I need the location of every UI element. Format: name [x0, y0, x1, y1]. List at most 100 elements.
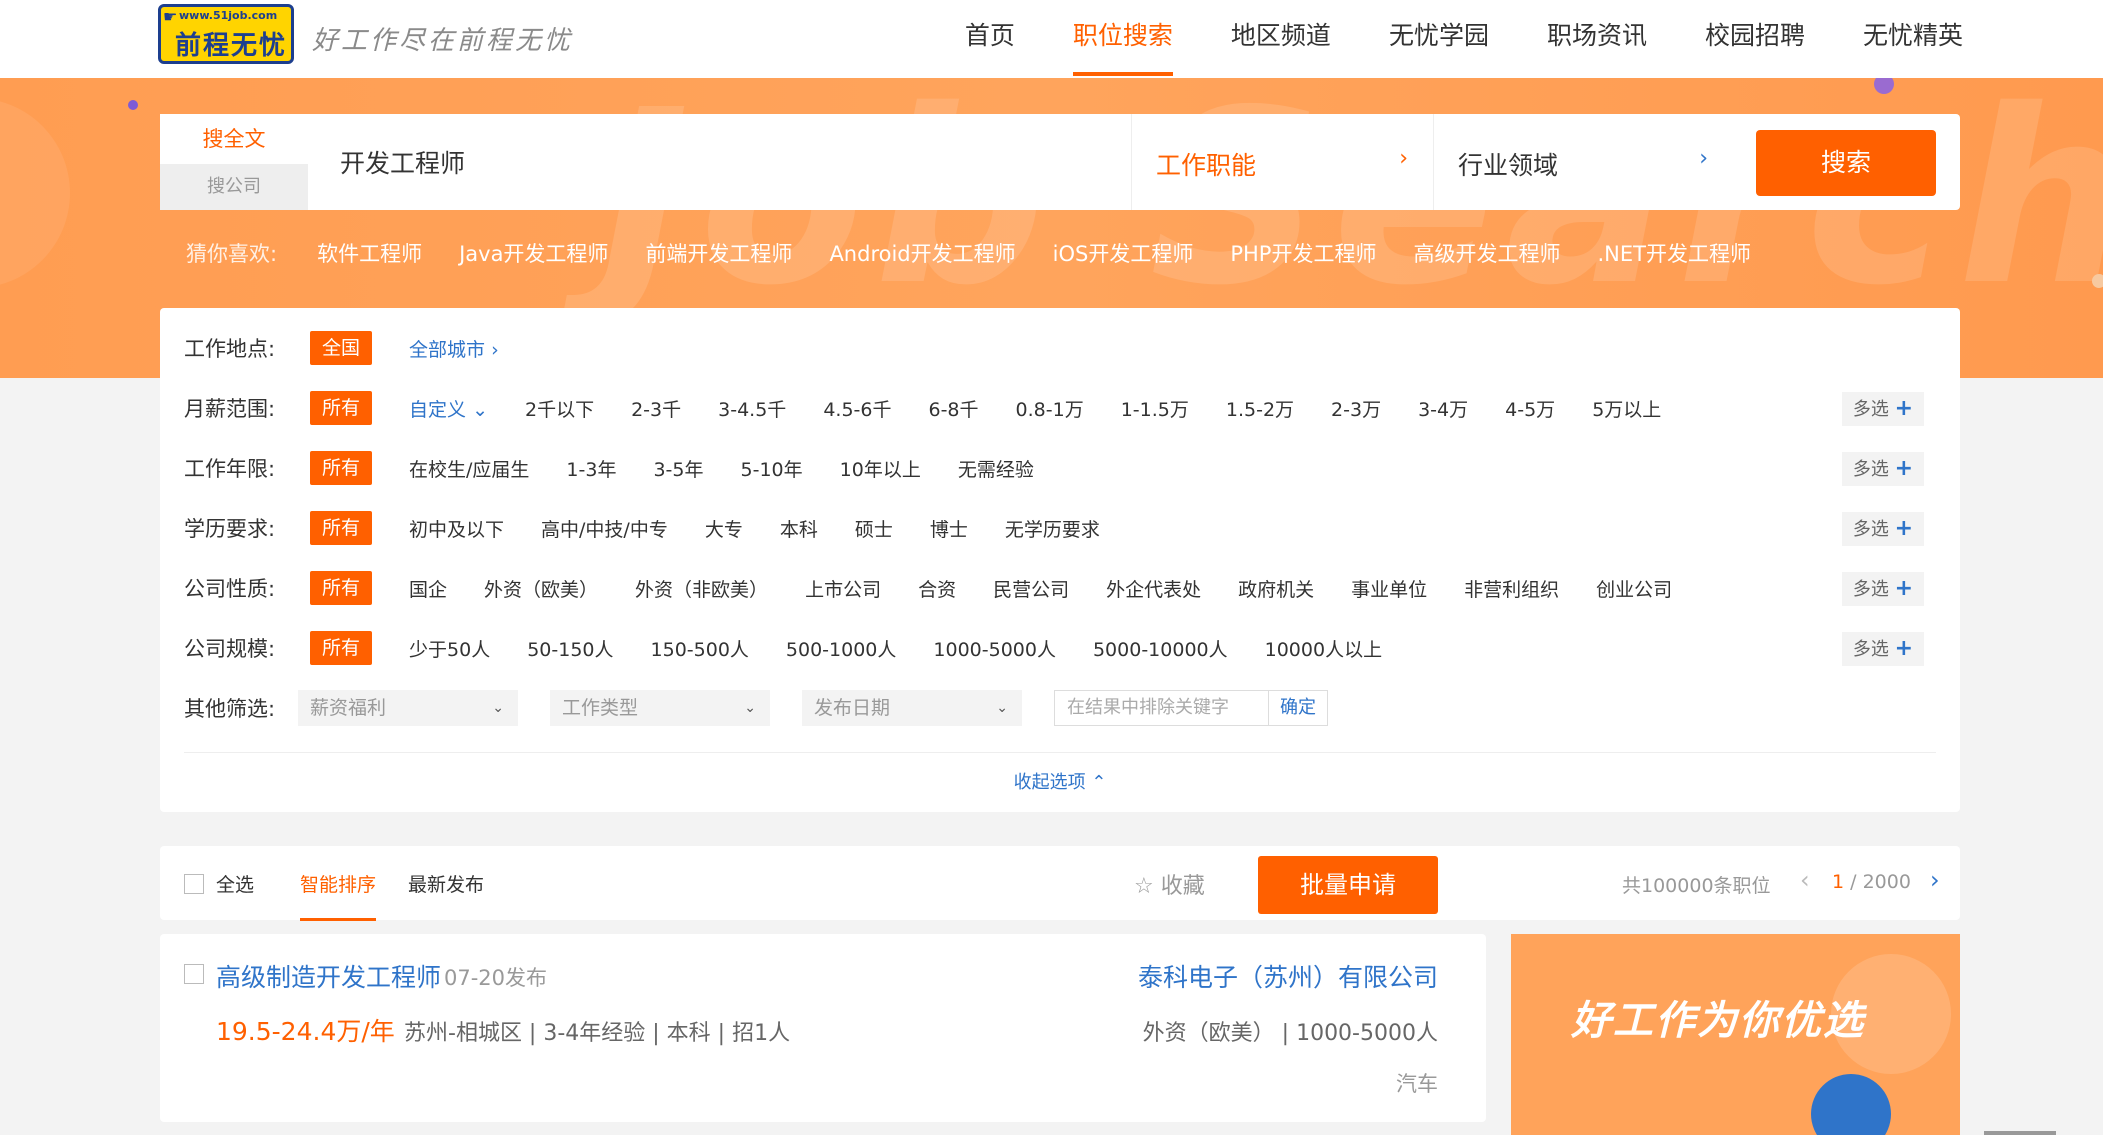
site-logo[interactable]: ☛ www.51job.com 前程无忧 — [158, 4, 294, 64]
custom-salary-dropdown[interactable]: 自定义 ⌄ — [409, 395, 488, 422]
function-select[interactable]: 工作职能 › — [1131, 114, 1434, 210]
filter-selected[interactable]: 所有 — [310, 631, 373, 665]
filter-option[interactable]: 4.5-6千 — [823, 395, 891, 422]
filter-option[interactable]: 硕士 — [855, 515, 893, 542]
filter-option[interactable]: 政府机关 — [1238, 575, 1314, 602]
exclude-confirm-button[interactable]: 确定 — [1269, 691, 1327, 725]
post-date-dropdown[interactable]: 发布日期 ⌄ — [802, 690, 1022, 726]
filter-option[interactable]: 高中/中技/中专 — [541, 515, 668, 542]
nav-item[interactable]: 首页 — [965, 0, 1015, 78]
filter-option[interactable]: 事业单位 — [1351, 575, 1427, 602]
filter-option[interactable]: 创业公司 — [1596, 575, 1672, 602]
scrollbar-thumb[interactable] — [1984, 1131, 2056, 1135]
filter-option[interactable]: 1-1.5万 — [1121, 395, 1189, 422]
collapse-options-link[interactable]: 收起选项 ⌃ — [160, 768, 1960, 794]
filter-option[interactable]: 5-10年 — [741, 455, 803, 482]
filter-option[interactable]: 本科 — [780, 515, 818, 542]
multi-select-button[interactable]: 多选 + — [1842, 512, 1924, 546]
suggestion-link[interactable]: Android开发工程师 — [829, 238, 1015, 268]
select-all-checkbox[interactable] — [184, 874, 204, 894]
nav-item[interactable]: 无忧精英 — [1863, 0, 1963, 78]
filter-option[interactable]: 上市公司 — [805, 575, 881, 602]
all-cities-link[interactable]: 全部城市 › — [409, 335, 499, 362]
filter-option[interactable]: 2-3千 — [631, 395, 681, 422]
welfare-dropdown[interactable]: 薪资福利 ⌄ — [298, 690, 518, 726]
job-checkbox[interactable] — [184, 964, 204, 984]
filter-option[interactable]: 外资（非欧美） — [635, 575, 768, 602]
filter-selected[interactable]: 所有 — [310, 571, 373, 605]
search-button[interactable]: 搜索 — [1756, 130, 1936, 196]
nav-item[interactable]: 校园招聘 — [1705, 0, 1805, 78]
filter-option[interactable]: 1-3年 — [566, 455, 616, 482]
filter-option[interactable]: 5000-10000人 — [1093, 635, 1228, 662]
select-all-label[interactable]: 全选 — [216, 870, 254, 897]
filter-option[interactable]: 4-5万 — [1505, 395, 1555, 422]
suggestion-link[interactable]: .NET开发工程师 — [1597, 238, 1750, 268]
filter-option[interactable]: 少于50人 — [409, 635, 490, 662]
filter-option[interactable]: 无需经验 — [958, 455, 1034, 482]
favorite-button[interactable]: ☆ 收藏 — [1134, 868, 1205, 900]
filter-selected[interactable]: 所有 — [310, 451, 373, 485]
industry-select[interactable]: 行业领域 › — [1433, 114, 1734, 210]
suggestion-link[interactable]: 前端开发工程师 — [645, 238, 792, 268]
filter-option[interactable]: 大专 — [705, 515, 743, 542]
filter-label: 工作年限: — [184, 457, 276, 481]
filter-option[interactable]: 无学历要求 — [1005, 515, 1100, 542]
filter-option[interactable]: 合资 — [918, 575, 956, 602]
filter-option[interactable]: 6-8千 — [928, 395, 978, 422]
filter-option[interactable]: 10000人以上 — [1265, 635, 1382, 662]
multi-select-button[interactable]: 多选 + — [1842, 452, 1924, 486]
tab-company[interactable]: 搜公司 — [160, 164, 308, 210]
filter-option[interactable]: 3-5年 — [653, 455, 703, 482]
multi-select-button[interactable]: 多选 + — [1842, 392, 1924, 426]
filter-option[interactable]: 2-3万 — [1331, 395, 1381, 422]
filter-option[interactable]: 3-4.5千 — [718, 395, 786, 422]
search-box: 搜全文 搜公司 开发工程师 工作职能 › 行业领域 › 搜索 — [160, 114, 1960, 210]
filter-option[interactable]: 50-150人 — [527, 635, 613, 662]
filter-option[interactable]: 1.5-2万 — [1226, 395, 1294, 422]
filter-selected[interactable]: 全国 — [310, 331, 373, 365]
job-type-dropdown[interactable]: 工作类型 ⌄ — [550, 690, 770, 726]
nav-item[interactable]: 职位搜索 — [1072, 0, 1173, 78]
filter-option[interactable]: 0.8-1万 — [1016, 395, 1084, 422]
job-card[interactable]: 高级制造开发工程师 07-20发布 19.5-24.4万/年 苏州-相城区 | … — [160, 934, 1486, 1122]
filter-option[interactable]: 2千以下 — [525, 395, 594, 422]
filter-option[interactable]: 博士 — [930, 515, 968, 542]
sort-smart-tab[interactable]: 智能排序 — [300, 870, 377, 921]
multi-select-button[interactable]: 多选 + — [1842, 572, 1924, 606]
filter-option[interactable]: 初中及以下 — [409, 515, 504, 542]
nav-item[interactable]: 无忧学园 — [1389, 0, 1489, 78]
filter-option[interactable]: 民营公司 — [993, 575, 1069, 602]
prev-page-icon[interactable]: ‹ — [1800, 866, 1810, 894]
nav-item[interactable]: 地区频道 — [1231, 0, 1331, 78]
filter-option[interactable]: 500-1000人 — [786, 635, 896, 662]
company-name[interactable]: 泰科电子（苏州）有限公司 — [1138, 958, 1438, 994]
filter-option[interactable]: 外资（欧美） — [484, 575, 598, 602]
suggestion-link[interactable]: PHP开发工程师 — [1230, 238, 1376, 268]
batch-apply-button[interactable]: 批量申请 — [1258, 856, 1438, 914]
filter-option[interactable]: 外企代表处 — [1106, 575, 1201, 602]
filter-option[interactable]: 3-4万 — [1418, 395, 1468, 422]
filter-selected[interactable]: 所有 — [310, 391, 373, 425]
filter-selected[interactable]: 所有 — [310, 511, 373, 545]
job-title[interactable]: 高级制造开发工程师 — [216, 958, 441, 994]
sort-latest-tab[interactable]: 最新发布 — [408, 870, 484, 897]
nav-item[interactable]: 职场资讯 — [1547, 0, 1647, 78]
ad-banner[interactable]: 好工作为你优选 — [1511, 934, 1960, 1135]
filter-option[interactable]: 10年以上 — [840, 455, 921, 482]
filter-option[interactable]: 在校生/应届生 — [409, 455, 529, 482]
suggestion-link[interactable]: 高级开发工程师 — [1413, 238, 1560, 268]
suggestion-link[interactable]: Java开发工程师 — [459, 238, 608, 268]
suggestion-link[interactable]: iOS开发工程师 — [1053, 238, 1194, 268]
filter-option[interactable]: 5万以上 — [1592, 395, 1661, 422]
suggestion-link[interactable]: 软件工程师 — [317, 238, 422, 268]
filter-option[interactable]: 国企 — [409, 575, 447, 602]
next-page-icon[interactable]: › — [1930, 866, 1940, 894]
search-input[interactable]: 开发工程师 — [340, 144, 465, 180]
filter-option[interactable]: 非营利组织 — [1464, 575, 1559, 602]
multi-select-button[interactable]: 多选 + — [1842, 632, 1924, 666]
tab-fulltext[interactable]: 搜全文 — [160, 114, 308, 164]
filter-option[interactable]: 1000-5000人 — [933, 635, 1056, 662]
filter-option[interactable]: 150-500人 — [651, 635, 749, 662]
exclude-keyword-input[interactable]: 在结果中排除关键字 — [1055, 691, 1269, 725]
